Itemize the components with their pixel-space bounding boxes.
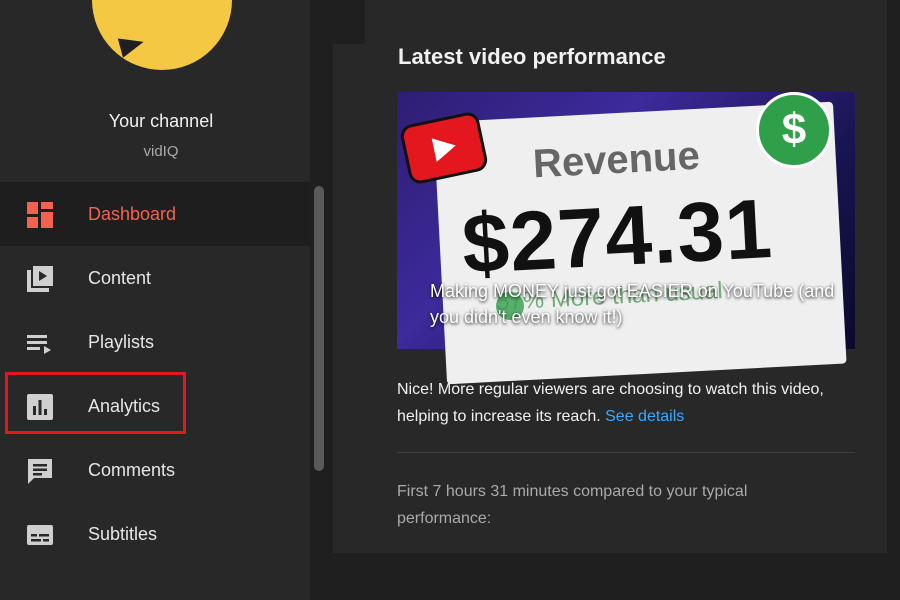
sidebar-scrollbar[interactable] [314, 186, 324, 471]
thumbnail-amount: $274.31 [459, 180, 775, 292]
sidebar-item-content[interactable]: Content [0, 246, 310, 310]
see-details-link[interactable]: See details [605, 408, 684, 425]
main-panel-gutter [333, 44, 365, 553]
channel-title: Your channel [108, 111, 214, 131]
thumbnail-heading: Revenue [531, 133, 701, 187]
section-title: Latest video performance [398, 44, 666, 69]
divider [397, 452, 855, 453]
sidebar-item-comments[interactable]: Comments [0, 438, 310, 502]
sidebar: Your channel vidIQ Dashboard Content Pla… [0, 0, 310, 600]
sidebar-item-label: Playlists [88, 331, 155, 352]
sidebar-item-label: Content [88, 267, 152, 288]
insight-text: Nice! More regular viewers are choosing … [397, 376, 837, 430]
comments-icon [28, 459, 52, 484]
comparison-text: First 7 hours 31 minutes compared to you… [397, 483, 748, 527]
sidebar-item-dashboard[interactable]: Dashboard [0, 182, 310, 246]
channel-subtitle: vidIQ [143, 143, 179, 160]
content-icon [27, 266, 53, 292]
analytics-highlight-box [5, 372, 186, 434]
video-title[interactable]: Making MONEY just got EASIER on YouTube … [430, 278, 840, 330]
channel-avatar[interactable] [92, 0, 232, 70]
playlists-icon [27, 335, 51, 354]
sidebar-item-subtitles[interactable]: Subtitles [0, 502, 310, 566]
sidebar-item-label: Dashboard [88, 203, 177, 224]
subtitles-icon [27, 525, 53, 545]
sidebar-item-playlists[interactable]: Playlists [0, 310, 310, 374]
dashboard-icon [27, 202, 53, 228]
play-icon [117, 32, 147, 58]
sidebar-item-label: Comments [88, 459, 176, 480]
dollar-badge-icon: $ [756, 92, 832, 168]
sidebar-item-label: Subtitles [88, 523, 158, 544]
main-panel-edge [887, 44, 900, 553]
